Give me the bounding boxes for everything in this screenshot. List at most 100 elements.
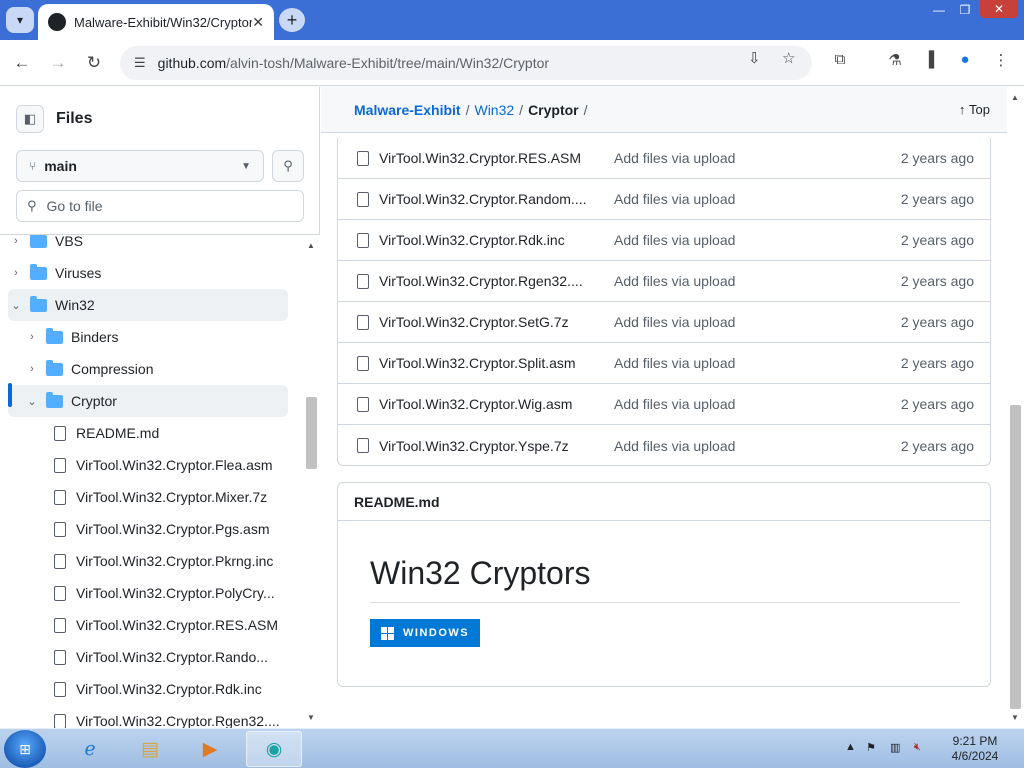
back-icon[interactable]: ← [10, 51, 34, 75]
commit-message-link[interactable]: Add files via upload [614, 191, 854, 207]
page-scrollbar[interactable]: ▲ ▼ [1007, 87, 1024, 728]
sidebar-scrollbar[interactable]: ▲ ▼ [303, 235, 320, 728]
forward-icon[interactable]: → [46, 51, 70, 75]
tree-item-file[interactable]: README.md [8, 417, 288, 449]
commit-message-link[interactable]: Add files via upload [614, 232, 854, 248]
address-bar[interactable]: ☰ github.com/alvin-tosh/Malware-Exhibit/… [120, 46, 812, 80]
table-row[interactable]: VirTool.Win32.Cryptor.Yspe.7z Add files … [338, 425, 990, 466]
tree-item-label: Viruses [55, 265, 102, 281]
tree-item-file[interactable]: VirTool.Win32.Cryptor.Pkrng.inc [8, 545, 288, 577]
sidebar-scroll-thumb[interactable] [306, 397, 317, 469]
extensions-icon[interactable]: ⧉ [829, 51, 851, 68]
readme-filename[interactable]: README.md [338, 483, 990, 521]
tree-item-win32[interactable]: ⌄ Win32 [8, 289, 288, 321]
site-info-icon[interactable]: ☰ [134, 55, 146, 71]
tree-item-file[interactable]: VirTool.Win32.Cryptor.Pgs.asm [8, 513, 288, 545]
chevron-right-icon[interactable]: › [24, 331, 40, 343]
side-panel-icon[interactable]: ▐ [918, 51, 940, 68]
chevron-right-icon[interactable]: › [8, 235, 24, 247]
chevron-down-icon[interactable]: ⌄ [24, 395, 40, 408]
tree-item-compression[interactable]: › Compression [8, 353, 288, 385]
commit-message-link[interactable]: Add files via upload [614, 150, 854, 166]
tree-item-file[interactable]: VirTool.Win32.Cryptor.Rgen32.... [8, 705, 288, 728]
scroll-up-icon[interactable]: ▲ [307, 241, 315, 250]
top-link[interactable]: ↑ Top [959, 102, 990, 117]
file-name-link[interactable]: VirTool.Win32.Cryptor.SetG.7z [379, 314, 605, 330]
flag-icon[interactable]: ⚑ [866, 741, 876, 754]
browser-tab[interactable]: Malware-Exhibit/Win32/Cryptor ✕ [38, 4, 274, 40]
breadcrumb-folder-link[interactable]: Win32 [474, 102, 514, 118]
main-content: Malware-Exhibit / Win32 / Cryptor / ↑ To… [321, 87, 1007, 728]
commit-message-link[interactable]: Add files via upload [614, 355, 854, 371]
file-name-link[interactable]: VirTool.Win32.Cryptor.Rdk.inc [379, 232, 605, 248]
scroll-up-icon[interactable]: ▲ [1011, 93, 1019, 102]
profile-icon[interactable]: ● [954, 51, 976, 68]
table-row[interactable]: VirTool.Win32.Cryptor.Random.... Add fil… [338, 179, 990, 220]
commit-age: 2 years ago [900, 273, 974, 289]
browser-tab-strip: ▾ Malware-Exhibit/Win32/Cryptor ✕ + — ❐ … [0, 0, 1024, 40]
internet-explorer-icon[interactable]: ℯ [62, 731, 118, 767]
table-row[interactable]: VirTool.Win32.Cryptor.Rgen32.... Add fil… [338, 261, 990, 302]
collapse-sidebar-icon[interactable]: ◧ [16, 105, 44, 133]
chevron-right-icon[interactable]: › [8, 267, 24, 279]
tray-expand-icon[interactable]: ▲ [845, 741, 856, 753]
breadcrumb-repo-link[interactable]: Malware-Exhibit [354, 102, 461, 118]
scroll-down-icon[interactable]: ▼ [1011, 713, 1019, 722]
branch-selector[interactable]: ⑂ main ▼ [16, 150, 264, 182]
tree-item-file[interactable]: VirTool.Win32.Cryptor.Rdk.inc [8, 673, 288, 705]
labs-icon[interactable]: ⚗ [884, 51, 906, 69]
commit-message-link[interactable]: Add files via upload [614, 396, 854, 412]
tree-item-file[interactable]: VirTool.Win32.Cryptor.Rando... [8, 641, 288, 673]
tree-item-file[interactable]: VirTool.Win32.Cryptor.Mixer.7z [8, 481, 288, 513]
folder-icon [30, 263, 47, 280]
search-button[interactable]: ⚲ [272, 150, 304, 182]
chevron-right-icon[interactable]: › [24, 363, 40, 375]
reload-icon[interactable]: ↻ [82, 51, 106, 75]
file-name-link[interactable]: VirTool.Win32.Cryptor.Rgen32.... [379, 273, 605, 289]
maximize-button[interactable]: ❐ [952, 2, 978, 18]
start-button[interactable]: ⊞ [4, 730, 46, 768]
tree-item-binders[interactable]: › Binders [8, 321, 288, 353]
file-name-link[interactable]: VirTool.Win32.Cryptor.RES.ASM [379, 150, 605, 166]
network-icon[interactable]: ▥ [890, 741, 900, 754]
page-scroll-thumb[interactable] [1010, 405, 1021, 709]
clock[interactable]: 9:21 PM 4/6/2024 [942, 734, 1008, 764]
bookmark-star-icon[interactable]: ☆ [782, 49, 795, 67]
table-row[interactable]: VirTool.Win32.Cryptor.Wig.asm Add files … [338, 384, 990, 425]
go-to-file-input[interactable] [46, 198, 287, 214]
close-window-button[interactable]: ✕ [980, 0, 1018, 18]
tree-item-label: Binders [71, 329, 119, 345]
commit-message-link[interactable]: Add files via upload [614, 438, 854, 454]
chevron-down-icon[interactable]: ⌄ [8, 299, 24, 312]
table-row[interactable]: VirTool.Win32.Cryptor.SetG.7z Add files … [338, 302, 990, 343]
commit-message-link[interactable]: Add files via upload [614, 273, 854, 289]
file-name-link[interactable]: VirTool.Win32.Cryptor.Yspe.7z [379, 438, 605, 454]
media-player-icon[interactable]: ▶ [182, 731, 238, 767]
tree-item-file[interactable]: VirTool.Win32.Cryptor.PolyCry... [8, 577, 288, 609]
tree-item-file[interactable]: VirTool.Win32.Cryptor.Flea.asm [8, 449, 288, 481]
table-row[interactable]: VirTool.Win32.Cryptor.RES.ASM Add files … [338, 138, 990, 179]
menu-icon[interactable]: ⋮ [990, 51, 1012, 69]
file-name-link[interactable]: VirTool.Win32.Cryptor.Split.asm [379, 355, 605, 371]
install-app-icon[interactable]: ⇩ [748, 49, 761, 67]
badge-label: WINDOWS [403, 627, 470, 639]
table-row[interactable]: VirTool.Win32.Cryptor.Split.asm Add file… [338, 343, 990, 384]
file-name-link[interactable]: VirTool.Win32.Cryptor.Wig.asm [379, 396, 605, 412]
file-name-link[interactable]: VirTool.Win32.Cryptor.Random.... [379, 191, 605, 207]
volume-muted-icon[interactable]: 🔇︎ [914, 741, 921, 754]
go-to-file-field[interactable]: ⚲ [16, 190, 304, 222]
commit-age: 2 years ago [900, 396, 974, 412]
scroll-down-icon[interactable]: ▼ [307, 713, 315, 722]
tab-search-button[interactable]: ▾ [6, 7, 34, 33]
tab-close-icon[interactable]: ✕ [252, 14, 264, 31]
chrome-taskbar-icon[interactable]: ◉ [246, 731, 302, 767]
new-tab-button[interactable]: + [279, 8, 305, 32]
tree-item-vbs[interactable]: › VBS [8, 235, 288, 257]
table-row[interactable]: VirTool.Win32.Cryptor.Rdk.inc Add files … [338, 220, 990, 261]
minimize-button[interactable]: — [926, 2, 952, 18]
tree-item-file[interactable]: VirTool.Win32.Cryptor.RES.ASM [8, 609, 288, 641]
commit-message-link[interactable]: Add files via upload [614, 314, 854, 330]
tree-item-cryptor[interactable]: ⌄ Cryptor [8, 385, 288, 417]
tree-item-viruses[interactable]: › Viruses [8, 257, 288, 289]
file-explorer-icon[interactable]: ▤ [122, 731, 178, 767]
